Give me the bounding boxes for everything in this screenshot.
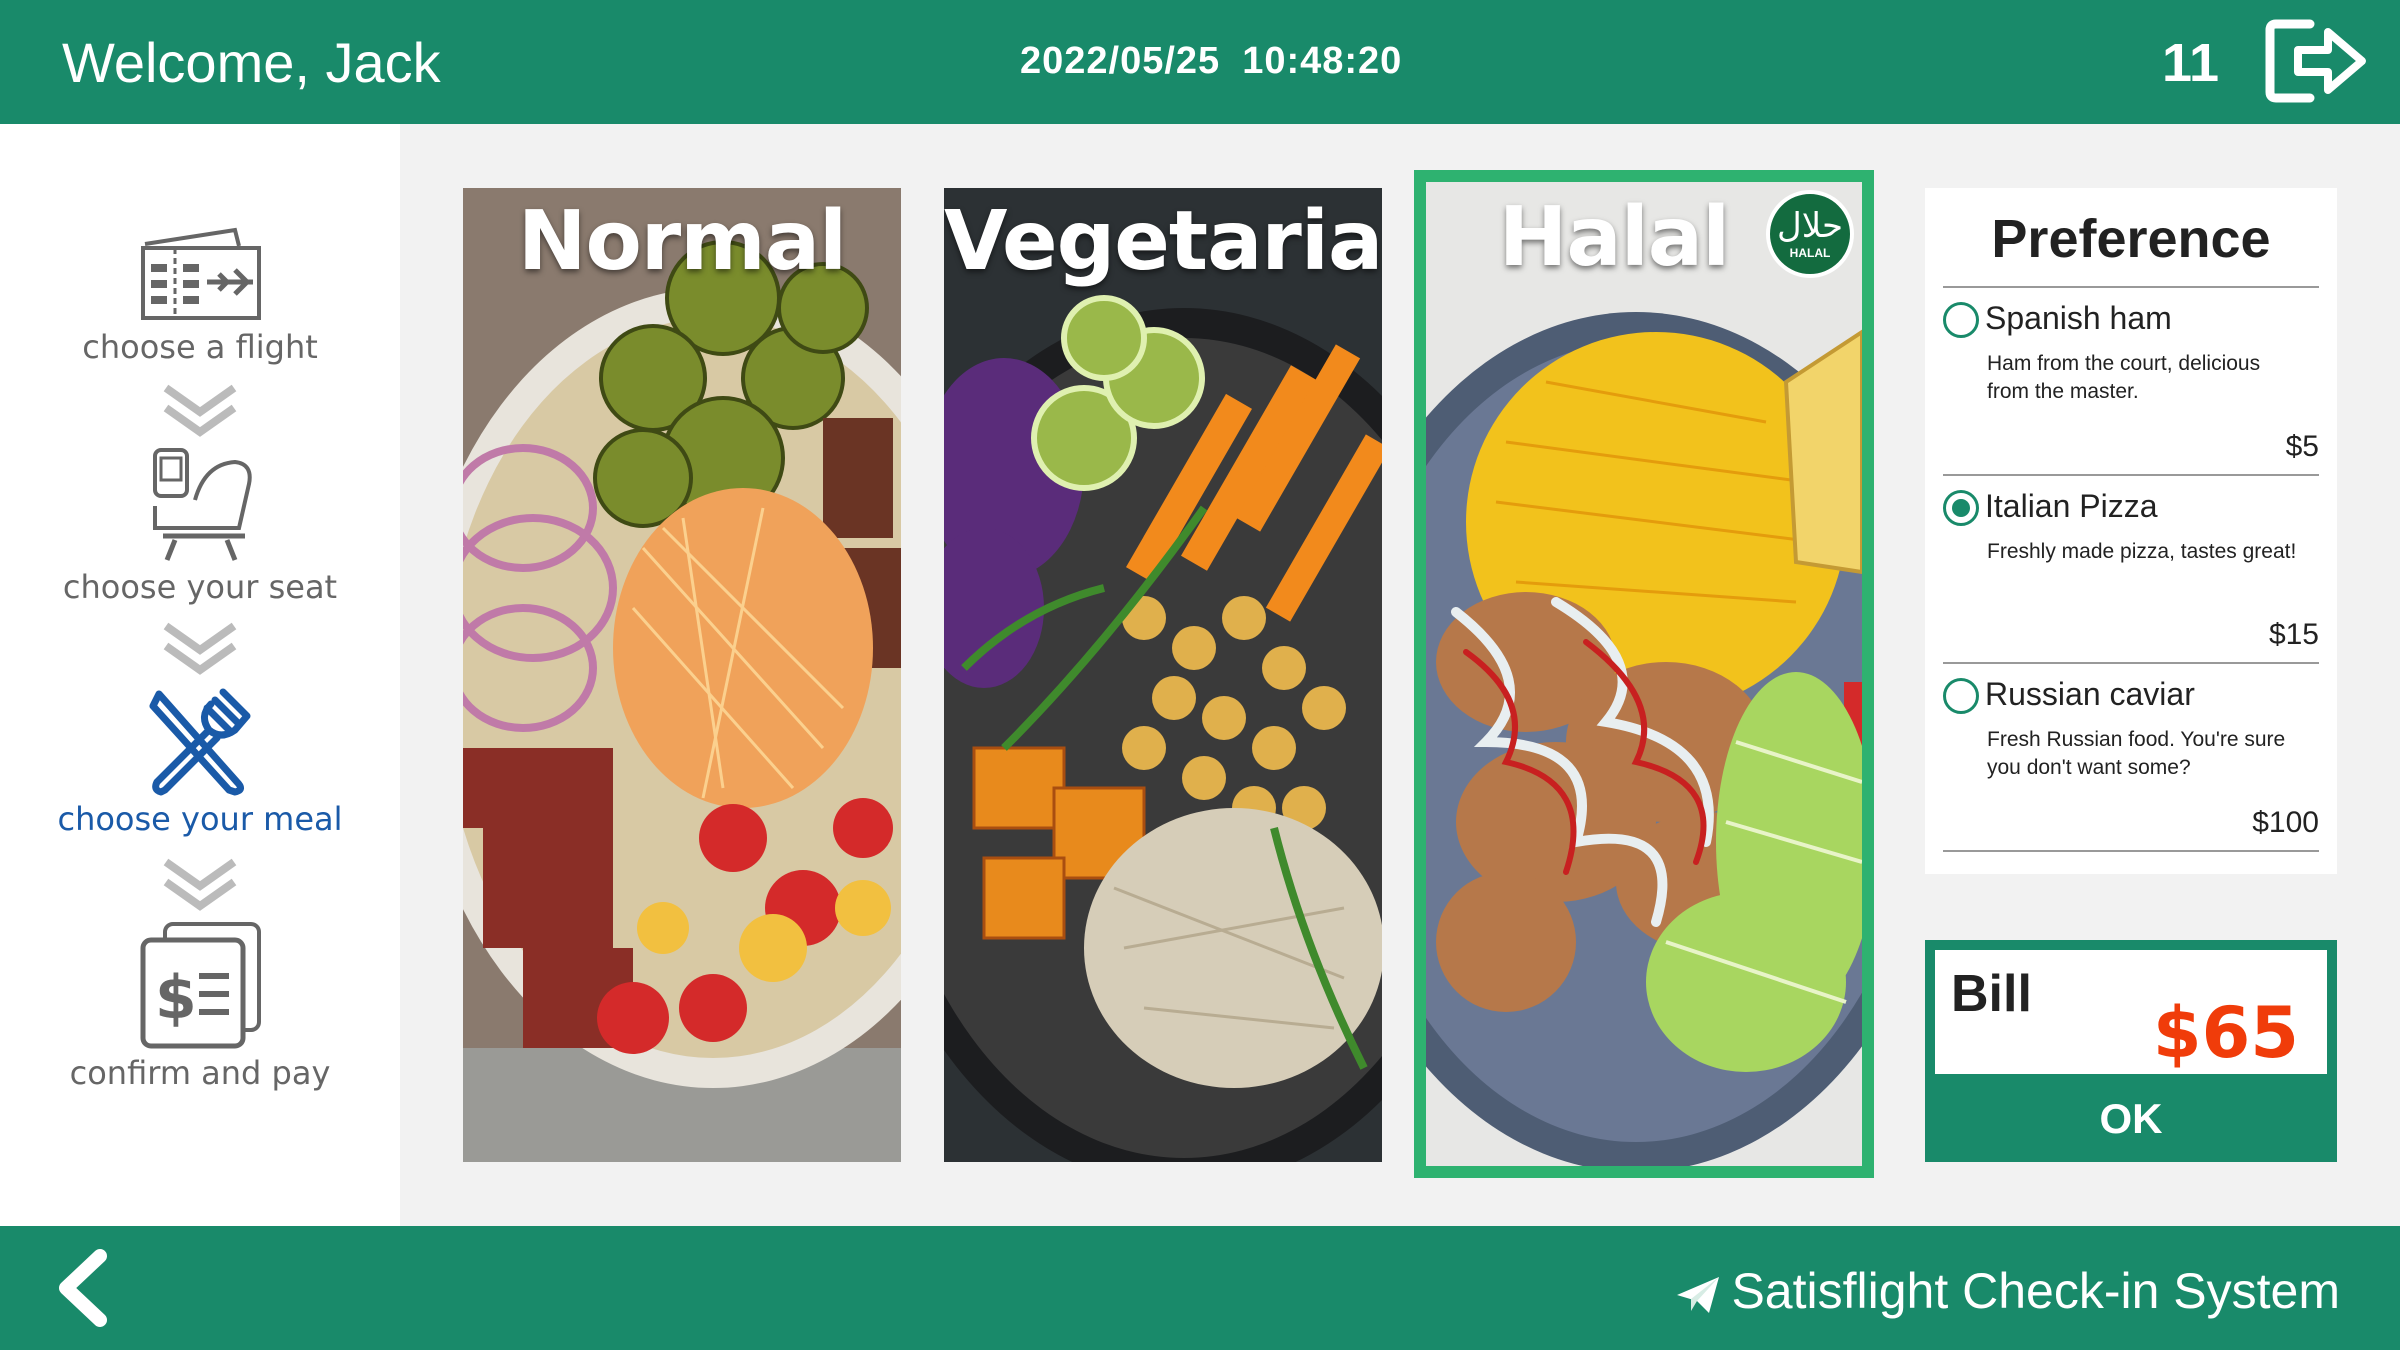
halal-plate-image [1426,182,1862,1166]
option-price: $100 [2252,806,2319,839]
divider [1943,662,2319,664]
ok-button[interactable]: OK [1925,1080,2337,1158]
option-price: $15 [2268,618,2319,651]
radio-button-selected[interactable] [1943,490,1979,526]
logout-icon[interactable] [2262,16,2372,106]
step-label: confirm and pay [69,1054,331,1092]
option-description: Ham from the court, delicious from the m… [1987,352,2261,403]
option-name: Italian Pizza [1985,488,2158,524]
option-name: Russian caviar [1985,676,2195,712]
header-bar: Welcome, Jack 2022/05/25 10:48:20 11 [0,0,2400,124]
preference-title: Preference [1991,209,2271,269]
time-text: 10:48:20 [1242,40,1403,82]
divider [1943,286,2319,288]
halal-badge-arabic: حلال [1776,206,1843,246]
divider [1943,850,2319,852]
svg-text:$: $ [155,963,197,1033]
bill-summary: Bill $65 [1935,950,2327,1074]
fork-knife-icon [149,688,251,796]
step-label: choose your seat [62,568,338,606]
back-arrow-icon[interactable] [44,1248,124,1328]
meal-title: Normal [517,194,847,289]
bill-amount: $65 [2152,992,2299,1074]
chevron-down-icon [163,858,237,911]
brand-title: Satisflight Check-in System [1675,1262,2340,1320]
meal-card-halal[interactable]: Halal حلال HALAL [1414,170,1874,1178]
paper-plane-icon [1677,1276,1720,1313]
step-confirm-pay[interactable]: $ confirm and pay [0,920,400,1092]
halal-badge-icon: حلال HALAL [1766,190,1854,278]
option-spanish-ham[interactable]: Spanish ham Ham from the court, deliciou… [1943,292,2319,478]
radio-button[interactable] [1943,678,1979,714]
divider [1943,474,2319,476]
meal-card-vegetarian[interactable]: Vegetarian [944,188,1382,1162]
radio-button[interactable] [1943,302,1979,338]
meal-card-normal[interactable]: Normal [463,188,901,1162]
meal-title: Vegetarian [944,194,1382,289]
brand-text: Satisflight Check-in System [1731,1263,2340,1319]
date-text: 2022/05/25 [1020,40,1221,82]
step-label: choose a flight [82,328,318,366]
bill-label: Bill [1951,965,2032,1023]
step-choose-meal[interactable]: choose your meal [0,686,400,838]
datetime-display: 2022/05/25 10:48:20 [1020,40,1402,83]
seat-icon [153,448,252,561]
footer-bar: Satisflight Check-in System [0,1226,2400,1350]
chevron-down-icon [163,622,237,675]
welcome-text: Welcome, Jack [62,31,441,94]
countdown-counter: 11 [2162,33,2220,93]
vegetarian-bowl-image [944,188,1382,1162]
step-label: choose your meal [57,800,343,838]
normal-salad-image [463,188,901,1162]
option-description: Freshly made pizza, tastes great! [1987,540,2297,563]
bill-panel: Bill $65 OK [1925,940,2337,1162]
option-description: Fresh Russian food. You're sure you don'… [1987,728,2286,779]
step-choose-seat[interactable]: choose your seat [0,444,400,606]
option-name: Spanish ham [1985,300,2172,336]
ticket-icon [141,227,261,320]
option-price: $5 [2285,430,2319,463]
step-choose-flight[interactable]: choose a flight [0,224,400,366]
preference-panel: Preference Spanish ham Ham from the cour… [1925,188,2337,874]
option-italian-pizza[interactable]: Italian Pizza Freshly made pizza, tastes… [1943,480,2319,666]
bill-icon: $ [140,922,261,1049]
option-russian-caviar[interactable]: Russian caviar Fresh Russian food. You'r… [1943,668,2319,854]
progress-sidebar: choose a flight choose your seat choose … [0,124,400,1226]
chevron-down-icon [163,384,237,437]
halal-badge-text: HALAL [1789,246,1831,260]
